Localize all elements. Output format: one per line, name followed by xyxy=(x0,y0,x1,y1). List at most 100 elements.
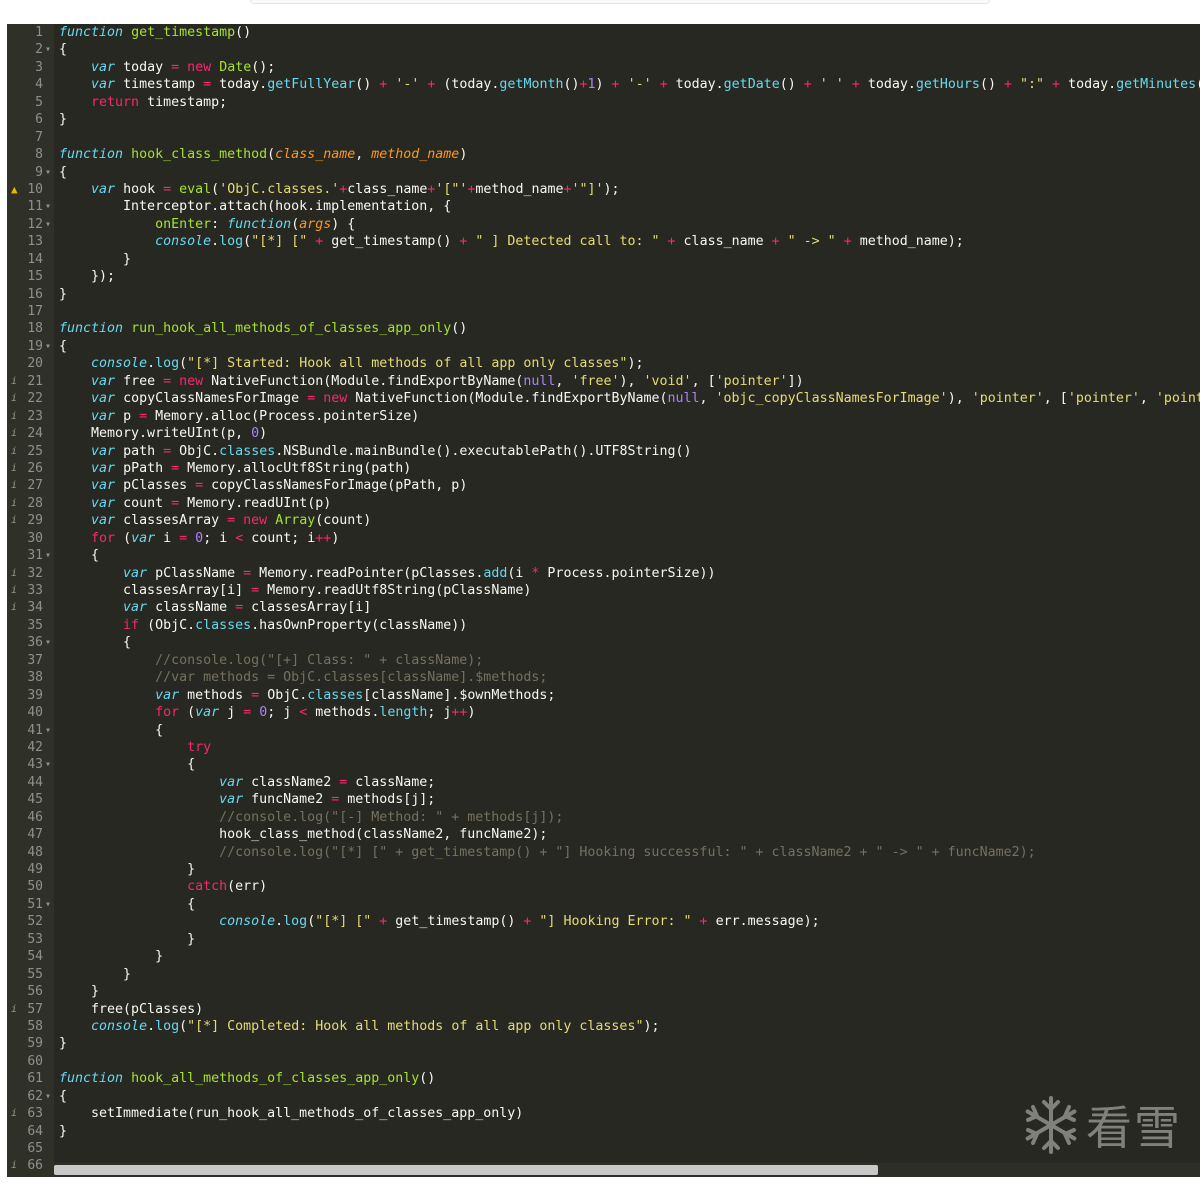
line-number: 30 xyxy=(27,530,43,546)
line-code: setImmediate(run_hook_all_methods_of_cla… xyxy=(59,1105,523,1122)
fold-toggle-icon[interactable]: ▾ xyxy=(44,338,52,355)
line-number: 18 xyxy=(27,321,43,337)
fold-toggle-icon[interactable]: ▾ xyxy=(44,756,52,773)
info-icon[interactable]: i xyxy=(11,1001,21,1018)
code-token: var xyxy=(131,530,156,546)
code-token: = xyxy=(235,600,244,616)
code-token: function xyxy=(227,216,292,232)
line-code: hook_class_method(className2, funcName2)… xyxy=(59,826,547,843)
info-icon[interactable]: i xyxy=(11,425,21,442)
line-code: var p = Memory.alloc(Process.pointerSize… xyxy=(59,408,419,425)
code-token: 0 xyxy=(195,530,204,546)
code-line: 24 i Memory.writeUInt(p, 0) xyxy=(7,425,1200,442)
fold-toggle-icon[interactable]: ▾ xyxy=(44,547,52,564)
code-token: function xyxy=(59,1071,124,1087)
code-line: 61 function hook_all_methods_of_classes_a… xyxy=(7,1070,1200,1087)
code-token: = xyxy=(171,59,180,75)
code-token: methods[j]; xyxy=(339,792,436,808)
info-icon[interactable]: i xyxy=(11,495,21,512)
line-number: 9 xyxy=(35,164,43,180)
code-line: 26 i var pPath = Memory.allocUtf8String(p… xyxy=(7,460,1200,477)
line-number: 19 xyxy=(27,338,43,354)
code-token: today. xyxy=(211,77,268,93)
code-token: try xyxy=(187,739,212,755)
line-code: { xyxy=(59,756,195,773)
code-line: 6} xyxy=(7,111,1200,128)
line-code: classesArray[i] = Memory.readUtf8String(… xyxy=(59,582,531,599)
code-token: 'pointer' xyxy=(1067,391,1140,407)
code-token: err.message); xyxy=(707,914,820,930)
code-line: 41 ▾ { xyxy=(7,722,1200,739)
line-code: var classesArray = new Array(count) xyxy=(59,512,371,529)
code-token: classesArray[i] xyxy=(243,600,372,616)
code-line: 60 xyxy=(7,1053,1200,1070)
code-token: var xyxy=(91,391,116,407)
info-icon[interactable]: i xyxy=(11,408,21,425)
code-token: ) xyxy=(331,530,340,546)
code-token: { xyxy=(59,338,68,354)
info-icon[interactable]: i xyxy=(11,477,21,494)
code-line: 17 xyxy=(7,303,1200,320)
code-token: + xyxy=(803,77,812,93)
code-token: Memory.readPointer(pClasses. xyxy=(251,565,484,581)
info-icon[interactable]: i xyxy=(11,1157,21,1174)
horizontal-scrollbar[interactable] xyxy=(54,1163,1200,1177)
scrollbar-thumb[interactable] xyxy=(54,1165,878,1175)
info-icon[interactable]: i xyxy=(11,565,21,582)
line-code: //console.log("[+] Class: " + className)… xyxy=(59,652,483,669)
code-token: methods. xyxy=(307,705,380,721)
warning-icon[interactable]: ▲ xyxy=(11,181,21,198)
fold-toggle-icon[interactable]: ▾ xyxy=(44,634,52,651)
code-token: pClasses xyxy=(115,478,196,494)
info-icon[interactable]: i xyxy=(11,373,21,390)
info-icon[interactable]: i xyxy=(11,512,21,529)
code-token: null xyxy=(523,373,556,389)
info-icon[interactable]: i xyxy=(11,1105,21,1122)
code-token: } xyxy=(59,931,196,947)
fold-toggle-icon[interactable]: ▾ xyxy=(44,41,52,58)
code-token: console xyxy=(219,914,276,930)
line-code: }); xyxy=(59,268,115,285)
fold-toggle-icon[interactable]: ▾ xyxy=(44,1088,52,1105)
info-icon[interactable]: i xyxy=(11,460,21,477)
info-icon[interactable]: i xyxy=(11,582,21,599)
code-line: 40 for (var j = 0; j < methods.length; j… xyxy=(7,704,1200,721)
line-code: var funcName2 = methods[j]; xyxy=(59,791,435,808)
code-token: classesArray xyxy=(115,513,228,529)
code-token: getMinutes xyxy=(1116,77,1197,93)
code-token: 'objc_copyClassNamesForImage' xyxy=(715,391,948,407)
fold-toggle-icon[interactable]: ▾ xyxy=(44,198,52,215)
fold-toggle-icon[interactable]: ▾ xyxy=(44,164,52,181)
code-editor[interactable]: 1 function get_timestamp() 2 ▾{3 var today … xyxy=(7,24,1200,1177)
code-token: function xyxy=(59,147,124,163)
code-token: new xyxy=(179,373,204,389)
code-token: : xyxy=(211,216,228,232)
code-token: = xyxy=(227,513,236,529)
code-token: ) xyxy=(259,426,268,442)
code-token: args xyxy=(299,216,332,232)
code-token: classesArray[i] xyxy=(59,583,252,598)
fold-toggle-icon[interactable]: ▾ xyxy=(44,722,52,739)
code-token: free(pClasses) xyxy=(59,1001,204,1017)
code-token: var xyxy=(219,792,244,808)
info-icon[interactable]: i xyxy=(11,443,21,460)
fold-toggle-icon[interactable]: ▾ xyxy=(44,216,52,233)
code-token: ; j xyxy=(427,705,452,721)
code-token: + xyxy=(1052,77,1061,93)
line-code: Memory.writeUInt(p, 0) xyxy=(59,425,267,442)
fold-toggle-icon[interactable]: ▾ xyxy=(44,896,52,913)
code-token: NativeFunction(Module.findExportByName( xyxy=(203,373,524,389)
line-code: onEnter: function(args) { xyxy=(59,216,355,233)
code-line: 1 function get_timestamp() xyxy=(7,24,1200,41)
info-icon[interactable]: i xyxy=(11,599,21,616)
line-code: function run_hook_all_methods_of_classes… xyxy=(59,320,467,337)
code-token: = xyxy=(139,408,148,424)
info-icon[interactable]: i xyxy=(11,390,21,407)
